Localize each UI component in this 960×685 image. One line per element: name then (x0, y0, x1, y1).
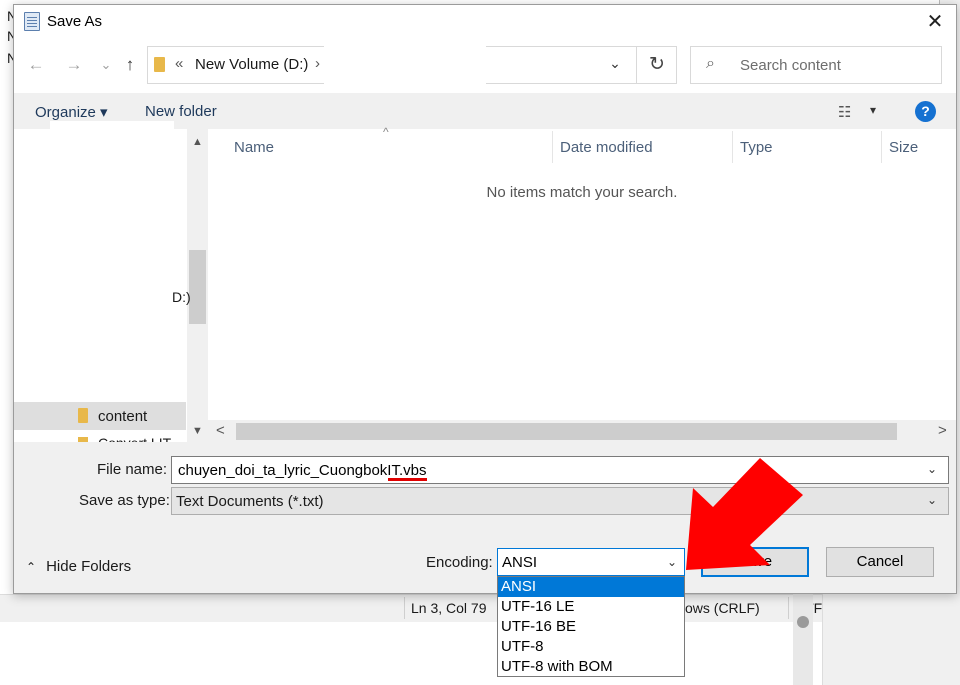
navigation-pane (14, 129, 208, 442)
background-panel (822, 594, 940, 685)
folder-icon (78, 408, 88, 423)
column-header-size[interactable]: Size (889, 139, 918, 156)
navigation-pane-scroll-thumb[interactable] (189, 250, 206, 324)
column-header-name[interactable]: Name (234, 139, 274, 156)
encoding-option[interactable]: UTF-16 LE (498, 597, 684, 617)
hide-folders-label: Hide Folders (46, 558, 132, 575)
scroll-down-icon[interactable]: ▼ (187, 425, 208, 437)
column-separator[interactable] (552, 131, 553, 163)
file-name-label: File name: (97, 461, 168, 478)
nav-item-content[interactable]: content (98, 408, 147, 425)
organize-button[interactable]: Organize ▾ (35, 103, 108, 121)
chevron-right-icon[interactable]: › (315, 55, 320, 72)
empty-list-message: No items match your search. (486, 184, 678, 201)
folder-icon (154, 57, 165, 72)
address-bar-blank (324, 43, 486, 85)
save-as-type-select[interactable]: Text Documents (*.txt) (171, 487, 949, 515)
nav-item-convert[interactable]: Convert LIT (98, 435, 171, 442)
file-name-input[interactable]: chuyen_doi_ta_lyric_CuongbokIT.vbs (171, 456, 949, 484)
navigation-pane-blank (50, 121, 174, 145)
encoding-option[interactable]: UTF-8 (498, 637, 684, 657)
search-placeholder: Search content (740, 57, 841, 74)
horizontal-scroll-thumb[interactable] (236, 423, 897, 440)
chevron-up-icon: ⌃ (26, 560, 37, 574)
back-arrow-icon[interactable]: ← (24, 53, 48, 77)
close-button[interactable]: ✕ (914, 5, 956, 39)
refresh-icon[interactable]: ↻ (636, 46, 677, 84)
view-dropdown-icon[interactable]: ▾ (870, 103, 876, 117)
encoding-select[interactable]: ANSI (497, 548, 685, 576)
recent-locations-icon[interactable]: ⌄ (94, 53, 118, 77)
view-options-icon[interactable]: ☷ (838, 103, 851, 121)
file-list[interactable] (208, 129, 956, 442)
help-icon[interactable]: ? (915, 101, 936, 122)
annotation-arrow-icon (686, 458, 803, 570)
search-icon: ⌕ (706, 55, 715, 72)
scroll-left-icon[interactable]: < (216, 422, 225, 439)
folder-icon (78, 437, 88, 442)
background-scrollbar[interactable] (793, 594, 813, 685)
save-as-type-label: Save as type: (79, 492, 170, 509)
background-scrollbar-thumb[interactable] (797, 616, 809, 628)
column-header-type[interactable]: Type (740, 139, 773, 156)
drive-label[interactable]: D:) (172, 289, 191, 305)
scroll-up-icon[interactable]: ▲ (187, 136, 208, 148)
sort-indicator-icon: ^ (383, 125, 389, 139)
breadcrumb-location[interactable]: New Volume (D:) (195, 56, 308, 73)
dialog-title: Save As (47, 13, 103, 30)
address-dropdown-icon[interactable]: ⌄ (603, 55, 627, 72)
encoding-option[interactable]: ANSI (498, 577, 684, 597)
column-separator[interactable] (881, 131, 882, 163)
cancel-button[interactable]: Cancel (826, 547, 934, 577)
title-bar (14, 5, 956, 41)
encoding-option[interactable]: UTF-8 with BOM (498, 657, 684, 677)
up-arrow-icon[interactable]: ↑ (118, 53, 142, 77)
encoding-label: Encoding: (426, 554, 493, 571)
notepad-icon (24, 12, 40, 31)
encoding-option[interactable]: UTF-16 BE (498, 617, 684, 637)
new-folder-button[interactable]: New folder (145, 103, 217, 120)
save-as-type-dropdown-icon[interactable]: ⌄ (927, 493, 937, 507)
path-overflow-icon[interactable]: « (175, 55, 183, 72)
file-name-dropdown-icon[interactable]: ⌄ (927, 462, 937, 476)
column-header-date-modified[interactable]: Date modified (560, 139, 653, 156)
scroll-right-icon[interactable]: > (938, 422, 947, 439)
annotation-underline (388, 478, 427, 481)
forward-arrow-icon[interactable]: → (62, 53, 86, 77)
column-separator[interactable] (732, 131, 733, 163)
hide-folders-button[interactable]: ⌃ Hide Folders (26, 558, 131, 575)
